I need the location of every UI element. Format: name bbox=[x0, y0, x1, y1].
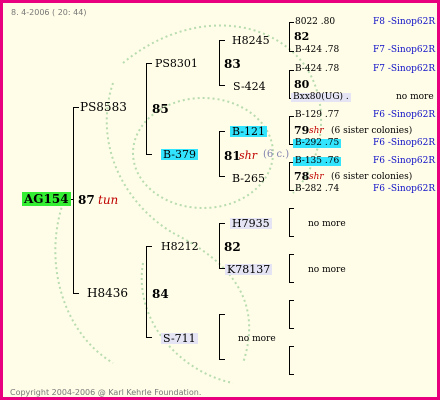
gen4-row-1-origin: F8 -Sinop62R bbox=[373, 17, 436, 27]
gen4-row-7-id[interactable]: B-129 .77 bbox=[295, 111, 339, 120]
gen4-row-4-id[interactable]: B-424 .78 bbox=[295, 65, 339, 74]
gen4-row-9-id[interactable]: B-292 .75 bbox=[293, 139, 342, 148]
copyright-notice: Copyright 2004-2006 @ Karl Kehrle Founda… bbox=[10, 388, 202, 397]
b265-queen-id[interactable]: B-265 bbox=[232, 173, 265, 184]
gen4-row-5-year: 80 bbox=[294, 78, 310, 91]
k78137-no-more-note: no more bbox=[308, 265, 346, 275]
h8245-queen-id[interactable]: H8245 bbox=[232, 35, 270, 46]
pedigree-frame: 8. 4-2006 ( 20: 44) AG154 87 tun PS8583 … bbox=[0, 0, 440, 400]
dam-queen-id[interactable]: H8436 bbox=[87, 287, 128, 299]
gen4-row-9-origin: F6 -Sinop62R bbox=[373, 138, 436, 148]
root-queen-id[interactable]: AG154 bbox=[22, 192, 71, 206]
gen4-row-7-origin: F6 -Sinop62R bbox=[373, 110, 436, 120]
dam-birth-year: 84 bbox=[152, 287, 169, 301]
gen4-row-3-origin: F7 -Sinop62R bbox=[373, 45, 436, 55]
ps8301-birth-year: 83 bbox=[224, 57, 241, 71]
gen4-row-3-id[interactable]: B-424 .78 bbox=[295, 46, 339, 55]
k78137-queen-id[interactable]: K78137 bbox=[225, 264, 273, 275]
b379-sister-note: (6 c.) bbox=[263, 149, 290, 160]
gen4-row-2-year: 82 bbox=[294, 30, 310, 43]
b379-queen-id[interactable]: B-379 bbox=[161, 149, 198, 160]
b379-tag: shr bbox=[239, 149, 257, 162]
root-birth-year: 87 bbox=[78, 193, 95, 207]
h7935-queen-id[interactable]: H7935 bbox=[230, 218, 272, 229]
h8212-queen-id[interactable]: H8212 bbox=[161, 241, 199, 252]
h8212-birth-year: 82 bbox=[224, 240, 241, 254]
gen4-row-11-tag: shr bbox=[309, 172, 324, 182]
gen4-row-8-sister-note: (6 sister colonies) bbox=[331, 126, 413, 136]
sire-birth-year: 85 bbox=[152, 102, 169, 116]
gen4-row-10-id[interactable]: B-135 .76 bbox=[293, 157, 342, 166]
gen4-row-4-origin: F7 -Sinop62R bbox=[373, 64, 436, 74]
gen4-row-10-origin: F6 -Sinop62R bbox=[373, 156, 436, 166]
gen4-row-1-id[interactable]: 8022 .80 bbox=[295, 18, 335, 27]
s711-queen-id[interactable]: S-711 bbox=[161, 333, 198, 344]
gen4-row-6-no-more-note: no more bbox=[396, 92, 434, 102]
gen4-row-8-year: 79 bbox=[294, 124, 310, 137]
sire-queen-id[interactable]: PS8583 bbox=[80, 101, 127, 113]
gen4-row-11-sister-note: (6 sister colonies) bbox=[331, 172, 413, 182]
s424-queen-id[interactable]: S-424 bbox=[233, 81, 266, 92]
root-tag: tun bbox=[98, 193, 119, 207]
s711-no-more-note: no more bbox=[238, 334, 276, 344]
gen4-row-12-origin: F6 -Sinop62R bbox=[373, 184, 436, 194]
gen4-row-8-tag: shr bbox=[309, 126, 324, 136]
date-stamp: 8. 4-2006 ( 20: 44) bbox=[11, 8, 87, 17]
b121-queen-id[interactable]: B-121 bbox=[230, 126, 267, 137]
gen4-row-12-id[interactable]: B-282 .74 bbox=[295, 185, 339, 194]
gen4-row-6-id[interactable]: Bxx80(UG) . bbox=[291, 93, 351, 102]
h7935-no-more-note: no more bbox=[308, 219, 346, 229]
ps8301-queen-id[interactable]: PS8301 bbox=[155, 58, 198, 69]
gen4-row-11-year: 78 bbox=[294, 170, 310, 183]
